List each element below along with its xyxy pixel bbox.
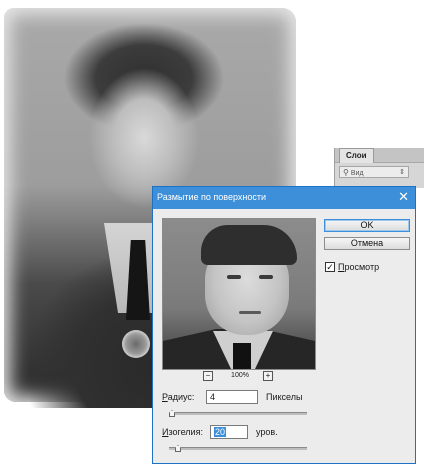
preview-tie (233, 343, 251, 369)
layers-filter-select[interactable]: ⚲ Вид ⇕ (339, 166, 409, 178)
layers-filter-value: Вид (350, 170, 364, 177)
radius-row: Радиус: 4 Пикселы (162, 390, 362, 404)
preview-mouth (239, 311, 261, 314)
radius-label: Радиус: (162, 392, 195, 402)
search-icon: ⚲ (343, 168, 349, 177)
tab-layers[interactable]: Слои (339, 148, 374, 163)
threshold-input[interactable]: 20 (210, 425, 248, 439)
dialog-titlebar[interactable]: Размытие по поверхности ✕ (153, 187, 415, 209)
close-icon[interactable]: ✕ (398, 190, 409, 204)
layers-panel: Слои ⚲ Вид ⇕ (334, 148, 424, 188)
zoom-level: 100% (231, 372, 249, 379)
updown-arrows-icon: ⇕ (399, 169, 405, 176)
threshold-slider-thumb[interactable] (175, 445, 181, 452)
zoom-out-button[interactable]: − (203, 371, 213, 381)
zoom-controls: − 100% + (203, 371, 283, 381)
preview-left-eye (227, 275, 241, 279)
cancel-button[interactable]: Отмена (324, 237, 410, 250)
preview-window[interactable] (162, 218, 316, 370)
preview-right-eye (259, 275, 273, 279)
radius-slider-thumb[interactable] (169, 410, 175, 417)
preview-checkbox-label: Просмотр (338, 262, 380, 272)
ok-button[interactable]: OK (324, 219, 410, 232)
dialog-title: Размытие по поверхности (157, 192, 267, 202)
threshold-row: Изогелия: 20 уров. (162, 425, 362, 439)
radius-slider[interactable] (169, 410, 307, 417)
surface-blur-dialog: Размытие по поверхности ✕ − 100% + OK От… (152, 186, 416, 464)
zoom-in-button[interactable]: + (263, 371, 273, 381)
radius-input[interactable]: 4 (206, 390, 258, 404)
threshold-unit: уров. (256, 427, 278, 437)
threshold-slider[interactable] (169, 445, 307, 452)
preview-checkbox[interactable]: ✓ (325, 262, 335, 272)
preview-hair (201, 225, 297, 265)
layers-tabbar: Слои (335, 148, 424, 163)
photo-badge (122, 330, 150, 358)
threshold-label: Изогелия: (162, 427, 203, 437)
radius-unit: Пикселы (266, 392, 303, 402)
